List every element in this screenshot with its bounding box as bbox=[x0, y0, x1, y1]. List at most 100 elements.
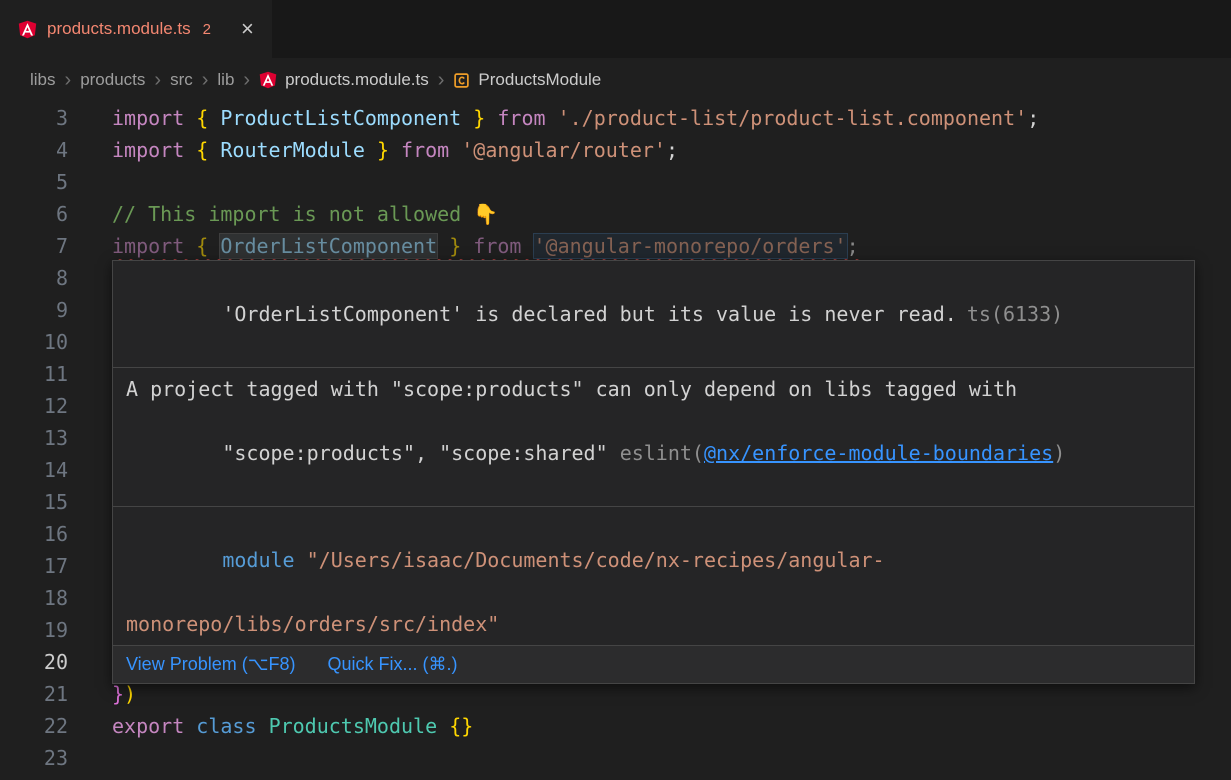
code-token bbox=[461, 234, 473, 258]
line-content: export class ProductsModule {} bbox=[112, 710, 1231, 742]
code-token bbox=[485, 106, 497, 130]
code-token: ; bbox=[847, 234, 859, 258]
breadcrumb-item-products[interactable]: products bbox=[80, 70, 145, 90]
angular-icon bbox=[18, 20, 37, 39]
code-token: '@angular/router' bbox=[461, 138, 666, 162]
code-token bbox=[208, 106, 220, 130]
code-token: {} bbox=[449, 714, 473, 738]
breadcrumb-label: products bbox=[80, 70, 145, 90]
breadcrumb-item-lib[interactable]: lib bbox=[217, 70, 234, 90]
hover-status-bar: View Problem (⌥F8) Quick Fix... (⌘.) bbox=[113, 645, 1194, 683]
line-number: 4 bbox=[0, 134, 68, 166]
code-line-4[interactable]: 4 import { RouterModule } from '@angular/… bbox=[0, 134, 1231, 166]
module-path-line1: "/Users/isaac/Documents/code/nx-recipes/… bbox=[295, 548, 885, 572]
line-number: 7 bbox=[0, 230, 68, 262]
tab-products-module-ts[interactable]: products.module.ts 2 × bbox=[0, 0, 272, 58]
ts-message-code: ts(6133) bbox=[967, 302, 1063, 326]
module-keyword: module bbox=[222, 548, 294, 572]
hover-module-info: module "/Users/isaac/Documents/code/nx-r… bbox=[113, 506, 1194, 645]
breadcrumb-label: ProductsModule bbox=[478, 70, 601, 90]
code-token bbox=[521, 234, 533, 258]
line-content: import { ProductListComponent } from './… bbox=[112, 102, 1231, 134]
code-token bbox=[208, 138, 220, 162]
code-token: RouterModule bbox=[220, 138, 365, 162]
eslint-rule-link[interactable]: @nx/enforce-module-boundaries bbox=[704, 441, 1053, 465]
code-token: import bbox=[112, 106, 184, 130]
code-token bbox=[546, 106, 558, 130]
code-token bbox=[449, 138, 461, 162]
chevron-right-icon: › bbox=[154, 70, 161, 90]
code-token bbox=[184, 138, 196, 162]
breadcrumb-item-libs[interactable]: libs bbox=[30, 70, 56, 90]
breadcrumb-label: src bbox=[170, 70, 193, 90]
quick-fix-action[interactable]: Quick Fix... (⌘.) bbox=[327, 654, 457, 675]
code-line-23[interactable]: 23 bbox=[0, 742, 1231, 774]
line-number: 11 bbox=[0, 358, 68, 390]
breadcrumb: libs › products › src › lib › products.m… bbox=[0, 58, 1231, 102]
code-token: import bbox=[112, 138, 184, 162]
code-token: // This import is not allowed bbox=[112, 202, 473, 226]
breadcrumb-item-file[interactable]: products.module.ts bbox=[259, 70, 429, 90]
line-number: 23 bbox=[0, 742, 68, 774]
eslint-message-line1: A project tagged with "scope:products" c… bbox=[126, 377, 1017, 401]
code-token: export bbox=[112, 714, 184, 738]
line-content: // This import is not allowed 👇 bbox=[112, 198, 1231, 230]
chevron-right-icon: › bbox=[65, 70, 72, 90]
code-token bbox=[184, 106, 196, 130]
angular-icon bbox=[259, 71, 277, 89]
code-line-5[interactable]: 5 bbox=[0, 166, 1231, 198]
code-token: { bbox=[196, 138, 208, 162]
code-token: './product-list/product-list.component' bbox=[558, 106, 1028, 130]
line-number: 20 bbox=[0, 646, 68, 678]
close-icon[interactable]: × bbox=[241, 18, 254, 40]
code-token: from bbox=[473, 234, 521, 258]
breadcrumb-item-symbol[interactable]: ProductsModule bbox=[453, 70, 601, 90]
code-line-7[interactable]: 7 import { OrderListComponent } from '@an… bbox=[0, 230, 1231, 262]
code-token: } bbox=[449, 234, 461, 258]
tab-title: products.module.ts bbox=[47, 19, 191, 39]
line-number: 3 bbox=[0, 102, 68, 134]
code-line-22[interactable]: 22 export class ProductsModule {} bbox=[0, 710, 1231, 742]
code-token: ProductListComponent bbox=[220, 106, 461, 130]
code-line-3[interactable]: 3 import { ProductListComponent } from '.… bbox=[0, 102, 1231, 134]
editor: 3 import { ProductListComponent } from '.… bbox=[0, 102, 1231, 774]
code-token bbox=[208, 234, 220, 258]
tab-problems-badge: 2 bbox=[203, 21, 211, 38]
module-path-line2: monorepo/libs/orders/src/index" bbox=[126, 612, 499, 636]
symbol-class-icon bbox=[453, 72, 470, 89]
line-number: 14 bbox=[0, 454, 68, 486]
view-problem-action[interactable]: View Problem (⌥F8) bbox=[126, 654, 295, 675]
code-token: class bbox=[196, 714, 256, 738]
hover-popup: 'OrderListComponent' is declared but its… bbox=[112, 260, 1195, 684]
code-line-6[interactable]: 6// This import is not allowed 👇 bbox=[0, 198, 1231, 230]
code-token bbox=[257, 714, 269, 738]
line-number: 19 bbox=[0, 614, 68, 646]
code-token bbox=[184, 714, 196, 738]
code-token: { bbox=[196, 234, 208, 258]
eslint-source-suffix: ) bbox=[1053, 441, 1065, 465]
line-content: import { OrderListComponent } from '@ang… bbox=[112, 230, 1231, 262]
line-number: 21 bbox=[0, 678, 68, 710]
code-token bbox=[365, 138, 377, 162]
line-number: 5 bbox=[0, 166, 68, 198]
code-token: } bbox=[112, 682, 124, 706]
breadcrumb-item-src[interactable]: src bbox=[170, 70, 193, 90]
code-token bbox=[389, 138, 401, 162]
line-number: 12 bbox=[0, 390, 68, 422]
code-token: ProductsModule bbox=[269, 714, 438, 738]
line-number: 17 bbox=[0, 550, 68, 582]
code-token bbox=[461, 106, 473, 130]
breadcrumb-label: lib bbox=[217, 70, 234, 90]
line-number: 18 bbox=[0, 582, 68, 614]
code-token: ; bbox=[666, 138, 678, 162]
code-token: from bbox=[497, 106, 545, 130]
code-token: } bbox=[377, 138, 389, 162]
line-number: 16 bbox=[0, 518, 68, 550]
eslint-message-line2: "scope:products", "scope:shared" bbox=[222, 441, 619, 465]
hover-eslint-message: A project tagged with "scope:products" c… bbox=[113, 367, 1194, 506]
code-token: ; bbox=[1027, 106, 1039, 130]
code-token: 👇 bbox=[473, 202, 498, 226]
tab-bar: products.module.ts 2 × bbox=[0, 0, 1231, 58]
line-number: 22 bbox=[0, 710, 68, 742]
code-token: from bbox=[401, 138, 449, 162]
